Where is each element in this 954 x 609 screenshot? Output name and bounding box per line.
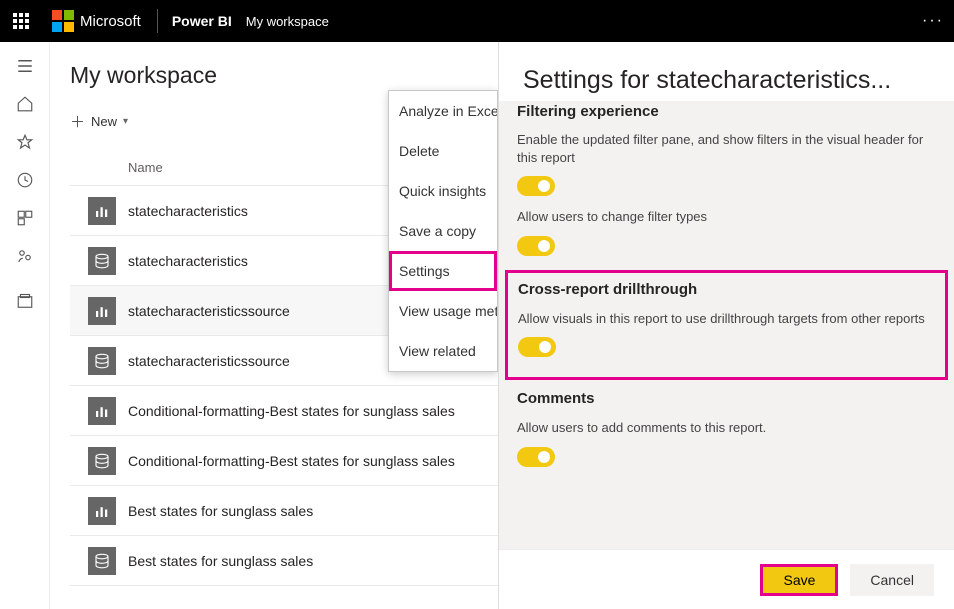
dataset-icon xyxy=(88,247,116,275)
cross-report-heading: Cross-report drillthrough xyxy=(518,281,935,298)
settings-panel: Settings for statecharacteristics... Fil… xyxy=(498,42,954,609)
new-button[interactable]: ＋ New ▾ xyxy=(70,111,128,132)
report-icon xyxy=(88,397,116,425)
new-label: New xyxy=(91,114,117,129)
app-launcher-icon[interactable] xyxy=(0,0,42,42)
cross-report-highlight: Cross-report drillthrough Allow visuals … xyxy=(505,270,948,381)
ctx-analyze-excel[interactable]: Analyze in Excel xyxy=(389,91,497,131)
filtering-heading: Filtering experience xyxy=(517,103,936,119)
report-icon xyxy=(88,497,116,525)
ctx-save-copy[interactable]: Save a copy xyxy=(389,211,497,251)
breadcrumb-workspace[interactable]: My workspace xyxy=(240,14,335,29)
toggle-filter-pane[interactable] xyxy=(517,176,555,196)
microsoft-logo: Microsoft xyxy=(42,10,151,32)
ctx-quick-insights[interactable]: Quick insights xyxy=(389,171,497,211)
toggle-cross-report[interactable] xyxy=(518,337,556,357)
filter-types-desc: Allow users to change filter types xyxy=(517,208,936,226)
filtering-desc: Enable the updated filter pane, and show… xyxy=(517,131,936,166)
workspaces-icon[interactable] xyxy=(15,292,35,312)
dataset-icon xyxy=(88,547,116,575)
toggle-comments[interactable] xyxy=(517,447,555,467)
ctx-view-usage[interactable]: View usage metrics xyxy=(389,291,497,331)
context-menu: Analyze in Excel Delete Quick insights S… xyxy=(388,90,498,372)
save-button[interactable]: Save xyxy=(760,564,838,596)
chevron-down-icon: ▾ xyxy=(123,116,128,127)
panel-footer: Save Cancel xyxy=(499,549,954,609)
plus-icon: ＋ xyxy=(70,111,85,132)
panel-title: Settings for statecharacteristics... xyxy=(499,42,954,101)
cancel-button[interactable]: Cancel xyxy=(850,564,934,596)
product-name[interactable]: Power BI xyxy=(164,13,240,29)
ctx-settings[interactable]: Settings xyxy=(389,251,497,291)
home-icon[interactable] xyxy=(15,94,35,114)
comments-desc: Allow users to add comments to this repo… xyxy=(517,419,936,437)
recent-icon[interactable] xyxy=(15,170,35,190)
header-more-icon[interactable]: ··· xyxy=(912,12,954,30)
favorites-icon[interactable] xyxy=(15,132,35,152)
left-nav-rail xyxy=(0,42,50,609)
ctx-view-related[interactable]: View related xyxy=(389,331,497,371)
cross-report-desc: Allow visuals in this report to use dril… xyxy=(518,310,935,328)
report-icon xyxy=(88,197,116,225)
ctx-delete[interactable]: Delete xyxy=(389,131,497,171)
apps-icon[interactable] xyxy=(15,208,35,228)
report-icon xyxy=(88,297,116,325)
toggle-filter-types[interactable] xyxy=(517,236,555,256)
dataset-icon xyxy=(88,347,116,375)
header-divider xyxy=(157,9,158,33)
shared-icon[interactable] xyxy=(15,246,35,266)
global-header: Microsoft Power BI My workspace ··· xyxy=(0,0,954,42)
microsoft-label: Microsoft xyxy=(80,13,141,30)
hamburger-icon[interactable] xyxy=(15,56,35,76)
dataset-icon xyxy=(88,447,116,475)
comments-heading: Comments xyxy=(517,390,936,407)
